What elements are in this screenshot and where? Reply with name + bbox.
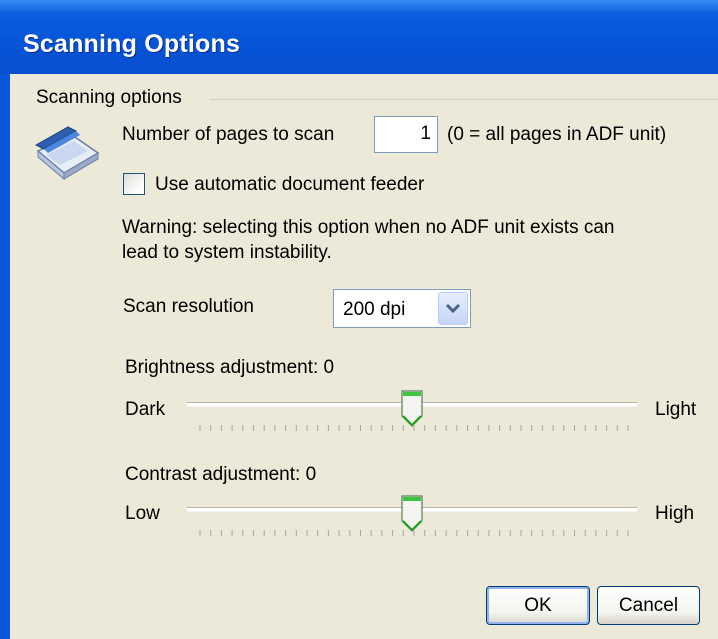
adf-checkbox-label[interactable]: Use automatic document feeder: [155, 174, 424, 196]
brightness-label: Brightness adjustment: 0: [125, 357, 335, 378]
scanner-icon: [34, 126, 100, 181]
pages-hint: (0 = all pages in ADF unit): [447, 124, 667, 145]
brightness-slider[interactable]: [187, 384, 637, 444]
ok-button[interactable]: OK: [486, 586, 590, 625]
cancel-button[interactable]: Cancel: [597, 586, 700, 625]
resolution-dropdown-button[interactable]: [438, 292, 468, 325]
dialog-window: Scanning Options Scanning options Number…: [0, 0, 718, 639]
window-title: Scanning Options: [23, 30, 241, 58]
dialog-client-area: Scanning options Number of pages to scan…: [10, 74, 718, 639]
brightness-slider-thumb[interactable]: [401, 390, 423, 428]
resolution-selected-value: 200 dpi: [343, 299, 406, 320]
contrast-slider-thumb[interactable]: [401, 495, 423, 533]
contrast-max-label: High: [655, 503, 695, 524]
brightness-max-label: Light: [655, 399, 697, 420]
contrast-slider[interactable]: [187, 489, 637, 549]
contrast-min-label: Low: [125, 503, 160, 524]
adf-warning-line1: Warning: selecting this option when no A…: [122, 217, 615, 238]
pages-input[interactable]: 1: [374, 116, 438, 153]
adf-warning-line2: lead to system instability.: [122, 242, 332, 263]
group-divider: [210, 99, 718, 100]
adf-checkbox[interactable]: [123, 173, 145, 195]
chevron-down-icon: [445, 303, 461, 314]
pages-label: Number of pages to scan: [122, 124, 335, 145]
group-label: Scanning options: [36, 87, 190, 109]
title-bar[interactable]: Scanning Options: [0, 0, 718, 74]
resolution-label: Scan resolution: [123, 296, 254, 317]
brightness-min-label: Dark: [125, 399, 166, 420]
contrast-label: Contrast adjustment: 0: [125, 464, 317, 485]
resolution-select[interactable]: 200 dpi: [333, 289, 471, 328]
